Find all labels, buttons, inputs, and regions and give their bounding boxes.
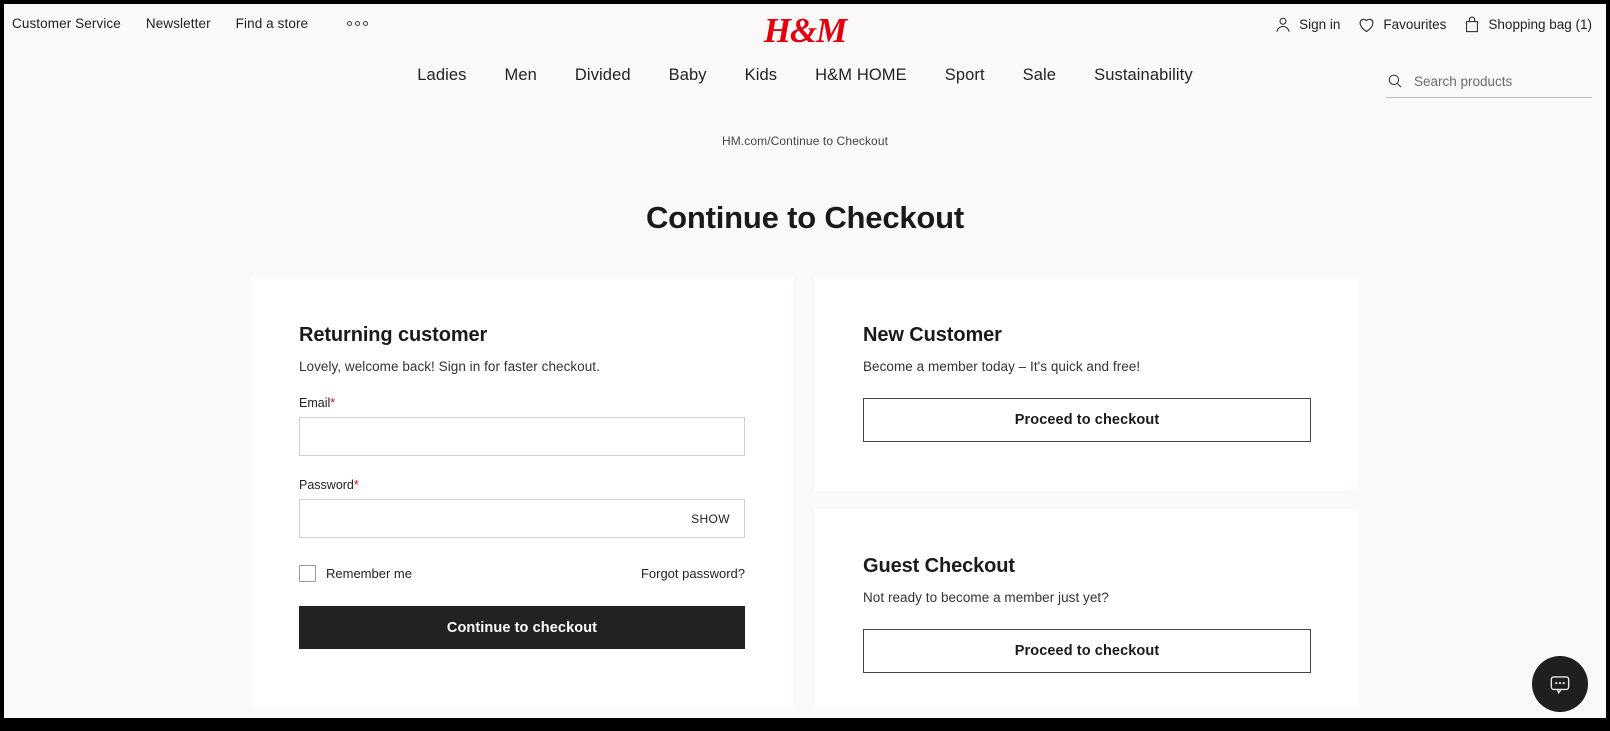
new-customer-heading: New Customer [863,324,1002,346]
search-box[interactable] [1386,72,1592,98]
remember-me-control[interactable]: Remember me [299,565,412,582]
nav-item-ladies[interactable]: Ladies [417,66,466,85]
email-input-box[interactable] [299,417,745,456]
nav-item-baby[interactable]: Baby [669,66,707,85]
user-icon [1273,15,1293,35]
guest-checkout-card: Guest Checkout Not ready to become a mem… [815,509,1359,708]
utility-actions: Sign in Favourites Shopping bag (1) [1269,12,1596,37]
chat-widget-button[interactable] [1532,656,1588,712]
password-input[interactable] [300,500,744,537]
checkout-options-column: New Customer Become a member today – It'… [815,278,1359,708]
nav-item-hm-home[interactable]: H&M HOME [815,66,907,85]
sign-in-label: Sign in [1299,17,1341,32]
password-input-box[interactable]: SHOW [299,499,745,538]
remember-forgot-row: Remember me Forgot password? [299,565,745,582]
guest-checkout-proceed-button[interactable]: Proceed to checkout [863,629,1311,673]
email-field-group: Email* [299,396,745,456]
new-customer-subtitle: Become a member today – It's quick and f… [863,359,1141,374]
forgot-password-link[interactable]: Forgot password? [641,566,745,581]
page-title: Continue to Checkout [645,200,965,235]
returning-customer-card: Returning customer Lovely, welcome back!… [251,278,793,708]
hm-logo[interactable]: H&M [764,13,848,48]
new-customer-proceed-button[interactable]: Proceed to checkout [863,398,1311,442]
more-dots-icon[interactable] [347,21,369,26]
new-customer-card: New Customer Become a member today – It'… [815,278,1359,491]
password-label-text: Password [299,478,354,492]
search-input[interactable] [1414,73,1592,89]
nav-item-divided[interactable]: Divided [575,66,631,85]
favourites-label: Favourites [1383,17,1447,32]
show-password-toggle[interactable]: SHOW [691,512,730,526]
shopping-bag-label: Shopping bag (1) [1488,17,1592,32]
utility-link-newsletter[interactable]: Newsletter [146,16,211,31]
password-field-group: Password* SHOW [299,478,745,538]
page-root: Customer Service Newsletter Find a store… [4,4,1606,718]
email-required-mark: * [330,396,336,410]
main-nav-bar: Ladies Men Divided Baby Kids H&M HOME Sp… [4,50,1606,112]
sign-in-button[interactable]: Sign in [1269,13,1344,37]
remember-me-label: Remember me [326,566,412,581]
remember-me-checkbox[interactable] [299,565,316,582]
returning-customer-heading: Returning customer [299,324,488,346]
guest-checkout-subtitle: Not ready to become a member just yet? [863,590,1109,605]
email-label: Email* [299,396,745,410]
checkout-content: Returning customer Lovely, welcome back!… [4,278,1606,708]
guest-checkout-heading: Guest Checkout [863,555,1015,577]
breadcrumb: HM.com/Continue to Checkout [721,134,889,148]
nav-item-sustainability[interactable]: Sustainability [1094,66,1193,85]
password-required-mark: * [353,478,359,492]
password-label: Password* [299,478,745,492]
returning-customer-column: Returning customer Lovely, welcome back!… [251,278,793,708]
nav-item-sport[interactable]: Sport [945,66,985,85]
heart-icon [1356,14,1377,35]
utility-bar: Customer Service Newsletter Find a store… [4,4,1606,50]
returning-customer-subtitle: Lovely, welcome back! Sign in for faster… [299,359,600,374]
chat-bubble-icon [1547,671,1573,697]
shopping-bag-icon [1462,15,1482,35]
dot-3 [363,21,369,26]
shopping-bag-button[interactable]: Shopping bag (1) [1458,13,1596,37]
search-icon [1386,72,1404,90]
nav-item-kids[interactable]: Kids [745,66,778,85]
email-label-text: Email [299,396,331,410]
continue-to-checkout-button[interactable]: Continue to checkout [299,606,745,649]
nav-item-men[interactable]: Men [505,66,537,85]
main-nav: Ladies Men Divided Baby Kids H&M HOME Sp… [417,66,1192,85]
utility-link-find-a-store[interactable]: Find a store [236,16,308,31]
nav-item-sale[interactable]: Sale [1023,66,1056,85]
email-input[interactable] [300,418,744,455]
dot-1 [347,21,353,26]
utility-link-customer-service[interactable]: Customer Service [12,16,121,31]
favourites-button[interactable]: Favourites [1352,12,1450,37]
dot-2 [355,21,361,26]
utility-links: Customer Service Newsletter Find a store [12,16,369,31]
